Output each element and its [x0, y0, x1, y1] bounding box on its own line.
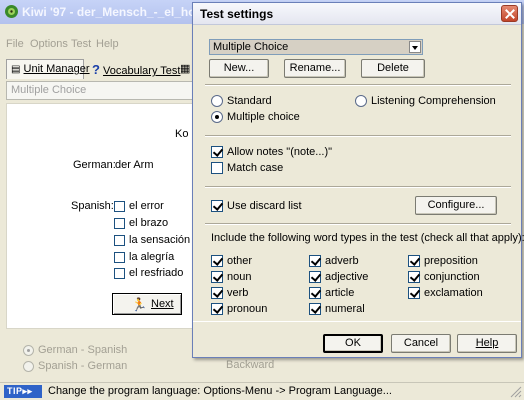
word-type-checkbox[interactable]: [211, 255, 223, 267]
status-bar: TIP▸▸ Change the program language: Optio…: [0, 382, 524, 400]
use-discard-list-label: Use discard list: [227, 200, 302, 212]
mode-standard-label: Standard: [227, 95, 272, 107]
choice-label: el error: [129, 200, 164, 212]
tip-text: Change the program language: Options-Men…: [48, 385, 392, 397]
choice-label: el brazo: [129, 217, 169, 229]
choice-checkbox[interactable]: [114, 252, 125, 263]
backward-label: Backward: [226, 359, 275, 371]
test-settings-dialog: Test settings Multiple Choice New... Ren…: [192, 2, 524, 358]
word-type-label: conjunction: [424, 271, 480, 283]
running-man-icon: 🏃: [131, 297, 148, 312]
tab-unit-manager[interactable]: ▤ Unit Manager: [6, 59, 90, 79]
rename-button[interactable]: Rename...: [284, 59, 346, 78]
chevron-down-icon[interactable]: [409, 41, 421, 53]
allow-notes-label: Allow notes "(note...)": [227, 146, 333, 158]
tab-more-icon: ▦: [180, 63, 191, 75]
spanish-label: Spanish:: [71, 200, 114, 212]
tab-more[interactable]: ▦: [176, 59, 192, 79]
mode-multiple-choice-label: Multiple choice: [227, 111, 300, 123]
word-type-checkbox[interactable]: [309, 287, 321, 299]
partial-label: Ko: [175, 128, 189, 140]
word-type-checkbox[interactable]: [309, 271, 321, 283]
menu-file[interactable]: File: [6, 38, 24, 50]
direction-radio-spanish-german[interactable]: [23, 361, 34, 372]
dialog-title: Test settings: [200, 7, 274, 21]
menu-options[interactable]: Options: [30, 38, 68, 50]
resize-grip-icon[interactable]: [510, 386, 522, 398]
mode-radio-multiple-choice[interactable]: [211, 111, 223, 123]
choice-checkbox[interactable]: [114, 218, 125, 229]
word-type-label: numeral: [325, 303, 365, 315]
ok-button[interactable]: OK: [323, 334, 383, 353]
menu-bar: File Options Test Help: [0, 38, 200, 54]
word-type-checkbox[interactable]: [211, 303, 223, 315]
test-type-select-main[interactable]: Multiple Choice: [6, 81, 196, 100]
next-button-label: Next: [151, 298, 174, 310]
next-button[interactable]: 🏃 Next: [112, 293, 182, 315]
configure-button[interactable]: Configure...: [415, 196, 497, 215]
dialog-title-bar[interactable]: Test settings: [193, 3, 521, 25]
test-select-value: Multiple Choice: [213, 41, 289, 53]
word-type-label: adjective: [325, 271, 369, 283]
kiwi-app-icon: [5, 5, 18, 18]
word-type-label: pronoun: [227, 303, 268, 315]
german-word: der Arm: [115, 159, 154, 171]
choice-label: el resfriado: [129, 267, 184, 279]
tab-bar: ▤ Unit Manager ? Vocabulary Test ▦: [0, 57, 200, 79]
close-icon[interactable]: [501, 5, 518, 22]
word-type-checkbox[interactable]: [309, 255, 321, 267]
new-button[interactable]: New...: [209, 59, 269, 78]
direction-label: Spanish - German: [38, 360, 128, 372]
mode-radio-listening[interactable]: [355, 95, 367, 107]
use-discard-list-checkbox[interactable]: [211, 200, 223, 212]
mode-listening-label: Listening Comprehension: [371, 95, 496, 107]
match-case-label: Match case: [227, 162, 284, 174]
word-type-checkbox[interactable]: [408, 255, 420, 267]
choice-checkbox[interactable]: [114, 201, 125, 212]
choice-checkbox[interactable]: [114, 235, 125, 246]
help-button[interactable]: Help: [457, 334, 517, 353]
word-type-checkbox[interactable]: [408, 271, 420, 283]
tab-vocabulary-test-label: Vocabulary Test: [103, 65, 181, 77]
tab-vocabulary-test[interactable]: ? Vocabulary Test: [88, 59, 184, 79]
choice-checkbox[interactable]: [114, 268, 125, 279]
word-type-label: adverb: [325, 255, 359, 267]
word-type-checkbox[interactable]: [211, 287, 223, 299]
delete-button[interactable]: Delete: [361, 59, 425, 78]
menu-test[interactable]: Test: [71, 38, 91, 50]
match-case-checkbox[interactable]: [211, 162, 223, 174]
word-type-checkbox[interactable]: [309, 303, 321, 315]
direction-radio-german-spanish[interactable]: [23, 345, 34, 356]
tip-badge: TIP▸▸: [4, 385, 42, 398]
separator: [205, 135, 511, 137]
word-type-checkbox[interactable]: [408, 287, 420, 299]
word-type-label: preposition: [424, 255, 478, 267]
tab-unit-manager-label: Unit Manager: [23, 63, 90, 75]
test-select-dropdown[interactable]: Multiple Choice: [209, 39, 423, 55]
german-label: German:: [73, 159, 116, 171]
word-type-checkbox[interactable]: [211, 271, 223, 283]
word-type-label: other: [227, 255, 253, 267]
menu-help[interactable]: Help: [96, 38, 119, 50]
word-type-label: verb: [227, 287, 249, 299]
separator: [205, 186, 511, 188]
choice-label: la sensación: [129, 234, 191, 246]
question-icon: ?: [92, 62, 100, 77]
separator: [205, 223, 511, 225]
cancel-button[interactable]: Cancel: [391, 334, 451, 353]
word-type-label: article: [325, 287, 355, 299]
mode-radio-standard[interactable]: [211, 95, 223, 107]
allow-notes-checkbox[interactable]: [211, 146, 223, 158]
dialog-footer: OK Cancel Help: [193, 321, 521, 357]
direction-label: German - Spanish: [38, 344, 128, 356]
word-types-heading: Include the following word types in the …: [211, 232, 524, 244]
word-type-label: noun: [227, 271, 252, 283]
unit-manager-icon: ▤: [11, 64, 21, 75]
choice-label: la alegría: [129, 251, 175, 263]
separator: [205, 84, 511, 86]
word-type-label: exclamation: [424, 287, 483, 299]
